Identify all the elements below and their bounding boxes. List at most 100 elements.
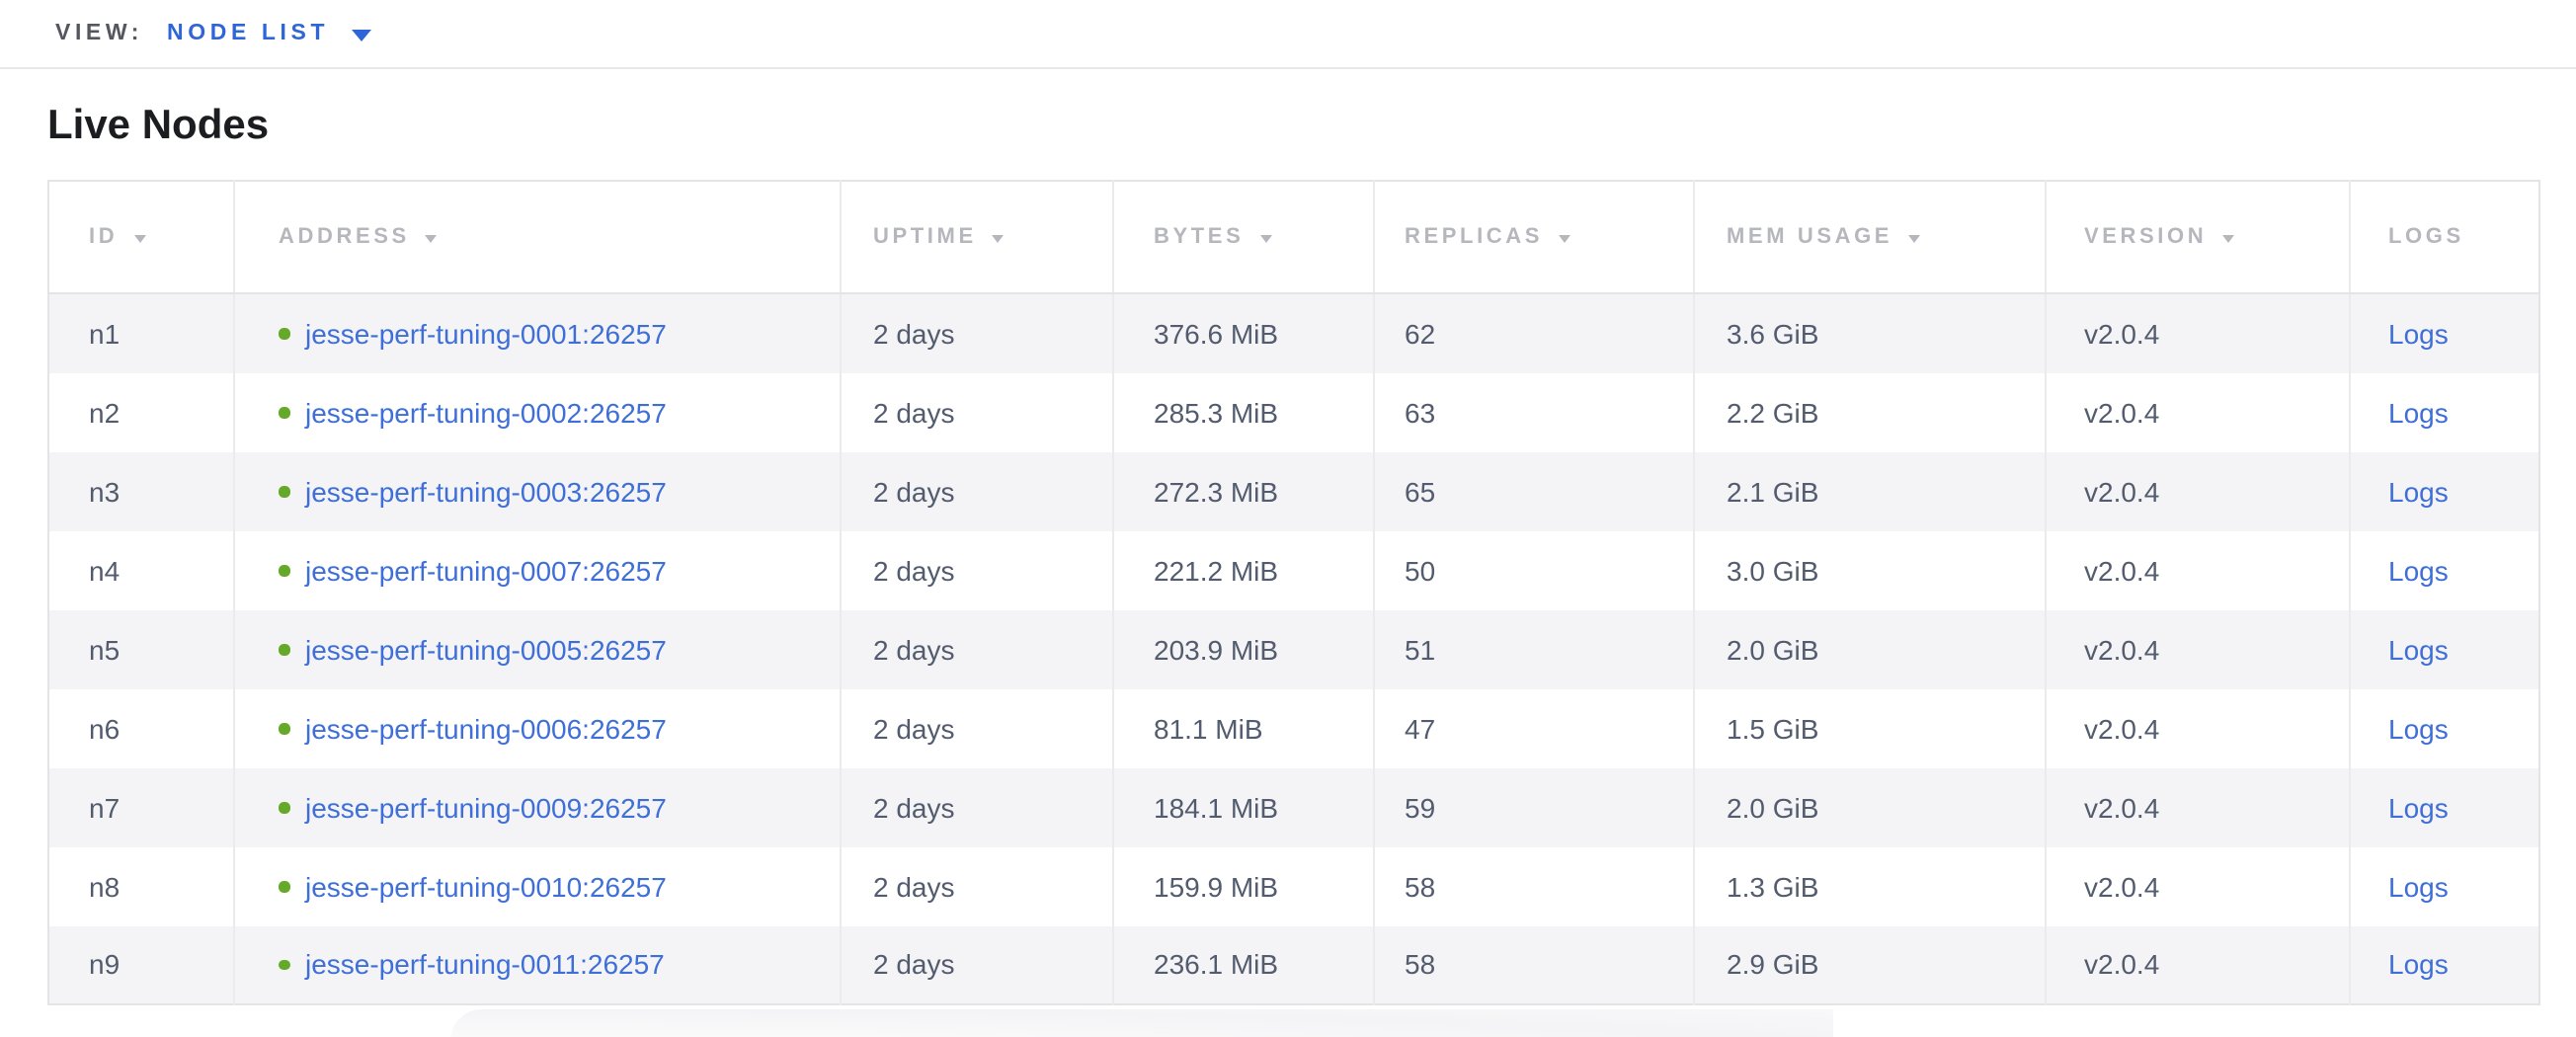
column-header-label: REPLICAS: [1405, 225, 1543, 249]
bytes-cell: 203.9 MiB: [1113, 609, 1374, 688]
node-live-status-icon: [279, 881, 289, 892]
bytes-cell: 221.2 MiB: [1113, 530, 1374, 609]
bytes-cell: 236.1 MiB: [1113, 925, 1374, 1004]
node-list-page: VIEW: NODE LIST Live Nodes ID ADDRESS: [0, 0, 2576, 1037]
version-cell: v2.0.4: [2046, 609, 2350, 688]
bytes-cell: 159.9 MiB: [1113, 846, 1374, 925]
table-row: n5 jesse-perf-tuning-0005:26257 2 days 2…: [48, 609, 2539, 688]
mem-usage-cell: 1.3 GiB: [1694, 846, 2046, 925]
sort-arrow-icon: [2222, 235, 2234, 243]
uptime-cell: 2 days: [841, 609, 1113, 688]
node-live-status-icon: [279, 644, 289, 655]
node-live-status-icon: [279, 329, 289, 340]
column-header-mem-usage[interactable]: MEM USAGE: [1694, 181, 2046, 293]
node-live-status-icon: [279, 407, 289, 418]
table-row: n1 jesse-perf-tuning-0001:26257 2 days 3…: [48, 293, 2539, 372]
node-id-cell: n8: [48, 846, 234, 925]
version-cell: v2.0.4: [2046, 451, 2350, 530]
uptime-cell: 2 days: [841, 293, 1113, 372]
bottom-sheet-shadow: [450, 1009, 1833, 1037]
node-id-cell: n2: [48, 372, 234, 451]
node-address-link[interactable]: jesse-perf-tuning-0005:26257: [305, 633, 667, 665]
column-header-label: ID: [89, 225, 118, 249]
node-address-link[interactable]: jesse-perf-tuning-0002:26257: [305, 396, 667, 428]
node-address-link[interactable]: jesse-perf-tuning-0009:26257: [305, 791, 667, 823]
logs-link[interactable]: Logs: [2388, 475, 2449, 507]
uptime-cell: 2 days: [841, 530, 1113, 609]
mem-usage-cell: 2.2 GiB: [1694, 372, 2046, 451]
sort-arrow-icon: [1559, 235, 1570, 243]
node-address-cell: jesse-perf-tuning-0009:26257: [234, 767, 841, 846]
node-id-cell: n6: [48, 688, 234, 767]
logs-cell: Logs: [2350, 767, 2539, 846]
column-header-logs: LOGS: [2350, 181, 2539, 293]
sort-arrow-icon: [1259, 235, 1271, 243]
page-title: Live Nodes: [47, 99, 2576, 154]
table-row: n4 jesse-perf-tuning-0007:26257 2 days 2…: [48, 530, 2539, 609]
node-id-cell: n5: [48, 609, 234, 688]
live-nodes-table-container: ID ADDRESS UPTIME BYTES REPLICAS: [47, 180, 2576, 1005]
mem-usage-cell: 2.0 GiB: [1694, 767, 2046, 846]
node-address-link[interactable]: jesse-perf-tuning-0003:26257: [305, 475, 667, 507]
node-address-cell: jesse-perf-tuning-0001:26257: [234, 293, 841, 372]
table-row: n3 jesse-perf-tuning-0003:26257 2 days 2…: [48, 451, 2539, 530]
logs-link[interactable]: Logs: [2388, 712, 2449, 744]
node-id-cell: n7: [48, 767, 234, 846]
column-header-bytes[interactable]: BYTES: [1113, 181, 1374, 293]
uptime-cell: 2 days: [841, 767, 1113, 846]
table-row: n9 jesse-perf-tuning-0011:26257 2 days 2…: [48, 925, 2539, 1004]
replicas-cell: 59: [1374, 767, 1694, 846]
table-row: n8 jesse-perf-tuning-0010:26257 2 days 1…: [48, 846, 2539, 925]
node-id-cell: n1: [48, 293, 234, 372]
column-header-label: VERSION: [2084, 225, 2207, 249]
uptime-cell: 2 days: [841, 451, 1113, 530]
view-dropdown[interactable]: NODE LIST: [167, 22, 370, 45]
node-address-link[interactable]: jesse-perf-tuning-0010:26257: [305, 870, 667, 902]
table-header-row: ID ADDRESS UPTIME BYTES REPLICAS: [48, 181, 2539, 293]
logs-cell: Logs: [2350, 925, 2539, 1004]
node-address-link[interactable]: jesse-perf-tuning-0001:26257: [305, 318, 667, 350]
node-address-link[interactable]: jesse-perf-tuning-0006:26257: [305, 712, 667, 744]
node-address-link[interactable]: jesse-perf-tuning-0007:26257: [305, 554, 667, 586]
logs-cell: Logs: [2350, 451, 2539, 530]
logs-cell: Logs: [2350, 846, 2539, 925]
version-cell: v2.0.4: [2046, 925, 2350, 1004]
column-header-label: BYTES: [1154, 225, 1244, 249]
logs-cell: Logs: [2350, 688, 2539, 767]
column-header-replicas[interactable]: REPLICAS: [1374, 181, 1694, 293]
column-header-id[interactable]: ID: [48, 181, 234, 293]
logs-link[interactable]: Logs: [2388, 633, 2449, 665]
bytes-cell: 272.3 MiB: [1113, 451, 1374, 530]
logs-link[interactable]: Logs: [2388, 949, 2449, 981]
version-cell: v2.0.4: [2046, 530, 2350, 609]
logs-link[interactable]: Logs: [2388, 791, 2449, 823]
table-row: n2 jesse-perf-tuning-0002:26257 2 days 2…: [48, 372, 2539, 451]
node-address-cell: jesse-perf-tuning-0007:26257: [234, 530, 841, 609]
node-address-cell: jesse-perf-tuning-0006:26257: [234, 688, 841, 767]
sort-arrow-icon: [993, 235, 1005, 243]
column-header-version[interactable]: VERSION: [2046, 181, 2350, 293]
column-header-address[interactable]: ADDRESS: [234, 181, 841, 293]
node-live-status-icon: [279, 565, 289, 576]
table-row: n6 jesse-perf-tuning-0006:26257 2 days 8…: [48, 688, 2539, 767]
node-live-status-icon: [279, 486, 289, 497]
sort-arrow-icon: [1908, 235, 1920, 243]
logs-link[interactable]: Logs: [2388, 318, 2449, 350]
logs-link[interactable]: Logs: [2388, 870, 2449, 902]
version-cell: v2.0.4: [2046, 846, 2350, 925]
column-header-label: MEM USAGE: [1727, 225, 1892, 249]
bytes-cell: 376.6 MiB: [1113, 293, 1374, 372]
logs-link[interactable]: Logs: [2388, 554, 2449, 586]
version-cell: v2.0.4: [2046, 293, 2350, 372]
replicas-cell: 62: [1374, 293, 1694, 372]
node-live-status-icon: [279, 802, 289, 813]
uptime-cell: 2 days: [841, 372, 1113, 451]
uptime-cell: 2 days: [841, 688, 1113, 767]
sort-arrow-icon: [426, 235, 438, 243]
node-live-status-icon: [279, 960, 289, 971]
column-header-uptime[interactable]: UPTIME: [841, 181, 1113, 293]
node-address-link[interactable]: jesse-perf-tuning-0011:26257: [305, 949, 665, 981]
version-cell: v2.0.4: [2046, 688, 2350, 767]
logs-link[interactable]: Logs: [2388, 396, 2449, 428]
node-live-status-icon: [279, 723, 289, 734]
